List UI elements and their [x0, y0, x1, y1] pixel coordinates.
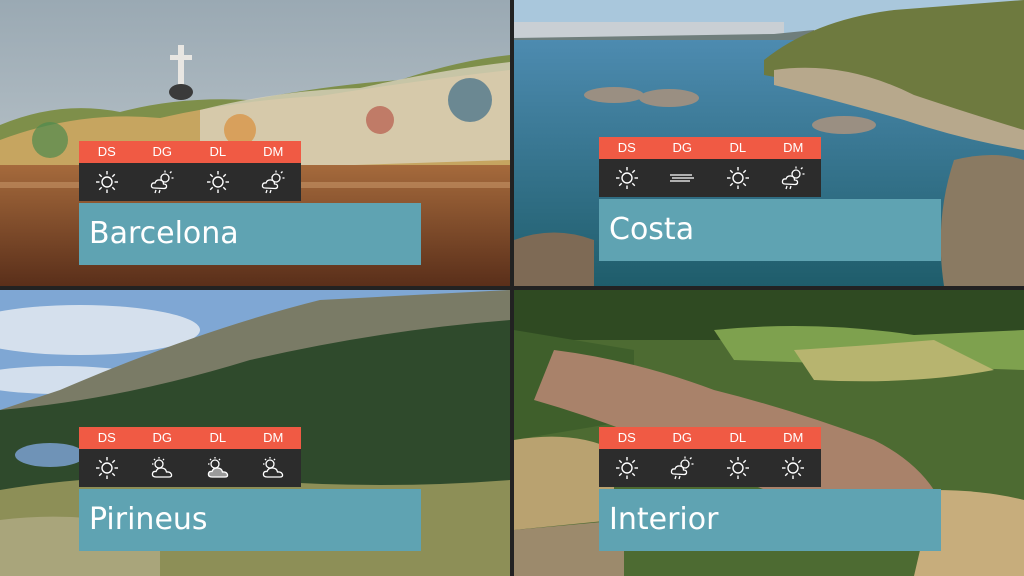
- day-label: DS: [97, 144, 116, 159]
- day-label: DL: [209, 144, 227, 159]
- icon-row: [599, 159, 821, 197]
- region-title: Costa: [599, 199, 941, 261]
- sun-cloud-icon: [246, 454, 302, 482]
- weather-strip: DS DG DL DM: [79, 427, 301, 487]
- sun-icon: [710, 164, 766, 192]
- weather-strip: DS DG DL DM: [599, 137, 821, 197]
- day-label: DG: [152, 144, 173, 159]
- day-row: DS DG DL DM: [599, 427, 821, 449]
- forecast-grid: DS DG DL DM Barcelona DS DG DL DM Costa …: [0, 0, 1024, 576]
- day-label: DM: [783, 430, 804, 445]
- sun-cloud-icon: [135, 454, 191, 482]
- icon-row: [79, 449, 301, 487]
- region-title: Interior: [599, 489, 941, 551]
- fog-icon: [655, 164, 711, 192]
- sun-rain-icon: [766, 164, 822, 192]
- region-title: Pirineus: [79, 489, 421, 551]
- day-label: DM: [263, 430, 284, 445]
- day-label: DM: [263, 144, 284, 159]
- sun-icon: [79, 168, 135, 196]
- day-label: DM: [783, 140, 804, 155]
- icon-row: [599, 449, 821, 487]
- sun-icon: [766, 454, 822, 482]
- day-label: DG: [152, 430, 173, 445]
- panel-barcelona: DS DG DL DM Barcelona: [0, 0, 510, 286]
- sun-icon: [599, 454, 655, 482]
- day-label: DL: [729, 140, 747, 155]
- sun-icon: [710, 454, 766, 482]
- sun-rain-icon: [135, 168, 191, 196]
- day-row: DS DG DL DM: [599, 137, 821, 159]
- icon-row: [79, 163, 301, 201]
- day-label: DS: [97, 430, 116, 445]
- region-title: Barcelona: [79, 203, 421, 265]
- day-label: DS: [617, 140, 636, 155]
- sun-icon: [79, 454, 135, 482]
- day-label: DG: [672, 140, 693, 155]
- panel-pirineus: DS DG DL DM Pirineus: [0, 290, 510, 576]
- panel-costa: DS DG DL DM Costa: [514, 0, 1024, 286]
- sun-rain-icon: [246, 168, 302, 196]
- day-label: DS: [617, 430, 636, 445]
- panel-interior: DS DG DL DM Interior: [514, 290, 1024, 576]
- day-row: DS DG DL DM: [79, 141, 301, 163]
- sun-icon: [190, 168, 246, 196]
- sun-cloud-filled-icon: [190, 454, 246, 482]
- weather-strip: DS DG DL DM: [599, 427, 821, 487]
- sun-rain-icon: [655, 454, 711, 482]
- day-label: DL: [209, 430, 227, 445]
- sun-icon: [599, 164, 655, 192]
- weather-strip: DS DG DL DM: [79, 141, 301, 201]
- day-row: DS DG DL DM: [79, 427, 301, 449]
- day-label: DG: [672, 430, 693, 445]
- day-label: DL: [729, 430, 747, 445]
